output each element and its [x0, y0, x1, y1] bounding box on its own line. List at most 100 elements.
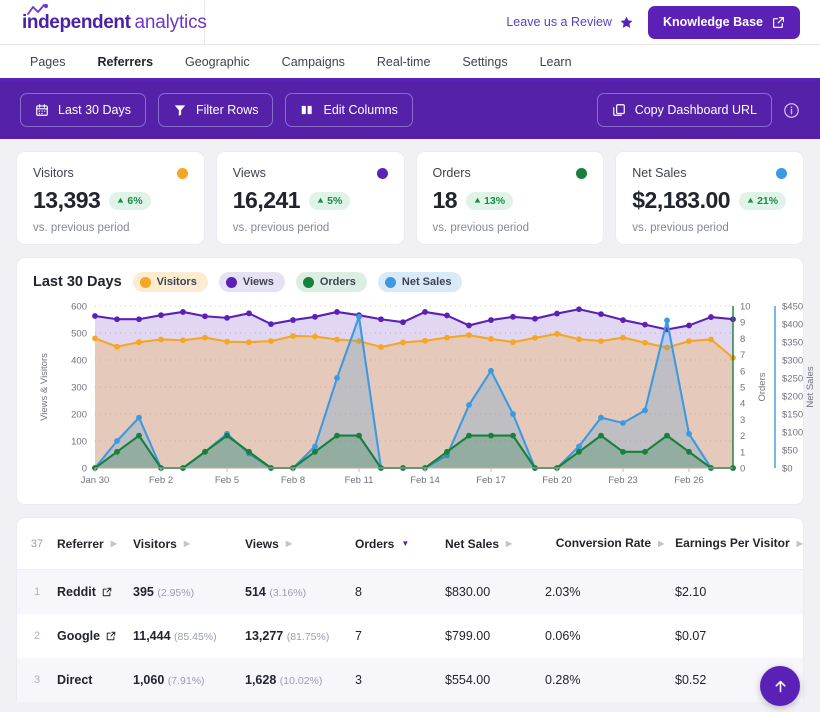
- scroll-to-top-button[interactable]: [760, 666, 800, 706]
- external-link-icon[interactable]: [102, 587, 112, 597]
- columns-icon: [300, 103, 314, 117]
- chart-card: Last 30 Days Visitors Views Orders Net S…: [16, 257, 804, 505]
- table-row[interactable]: 3 Direct 1,060 (7.91%) 1,628 (10.02%) 3 …: [17, 658, 803, 702]
- legend-chip-visitors[interactable]: Visitors: [133, 272, 208, 292]
- date-range-button[interactable]: Last 30 Days: [20, 93, 146, 127]
- svg-text:Feb 17: Feb 17: [476, 475, 506, 486]
- external-link-icon[interactable]: [106, 631, 116, 641]
- info-icon[interactable]: [783, 102, 800, 119]
- sort-indicator-active-icon: ▼: [401, 539, 409, 548]
- stat-card-views[interactable]: Views 16,241 5% vs. previous period: [216, 151, 405, 245]
- edit-columns-button[interactable]: Edit Columns: [285, 93, 412, 127]
- arrow-up-icon: [117, 197, 124, 204]
- stat-card-delta-badge: 13%: [466, 192, 513, 210]
- tab-referrers[interactable]: Referrers: [81, 45, 169, 78]
- table-header: 37 Referrer ▶ Visitors ▶ Views: [17, 518, 803, 570]
- svg-text:500: 500: [71, 329, 87, 340]
- svg-text:$200: $200: [782, 392, 803, 403]
- stat-card-delta-value: 5%: [327, 195, 342, 207]
- column-header-views[interactable]: Views ▶: [245, 518, 355, 570]
- svg-text:100: 100: [71, 437, 87, 448]
- row-earnings-per-visitor: $2.10: [675, 570, 803, 615]
- table-row[interactable]: 2 Google 11,444 (85.45%) 13,277: [17, 614, 803, 658]
- column-header-views-label: Views: [245, 537, 279, 551]
- svg-text:7: 7: [740, 350, 745, 361]
- svg-text:3: 3: [740, 415, 745, 426]
- sort-indicator-icon: ▶: [111, 539, 117, 548]
- stat-card-orders[interactable]: Orders 18 13% vs. previous period: [416, 151, 605, 245]
- filter-icon: [173, 103, 187, 117]
- row-referrer-label: Google: [57, 629, 100, 643]
- brand-logo[interactable]: independent analytics: [0, 0, 205, 45]
- legend-chip-views[interactable]: Views: [219, 272, 285, 292]
- views-legend-dot: [226, 277, 237, 288]
- column-header-net-sales-label: Net Sales: [445, 537, 499, 551]
- sort-indicator-icon: ▶: [184, 539, 190, 548]
- stat-card-visitors[interactable]: Visitors 13,393 6% vs. previous period: [16, 151, 205, 245]
- row-visitors: 1,060 (7.91%): [133, 658, 245, 702]
- tab-learn[interactable]: Learn: [524, 45, 588, 78]
- sort-indicator-icon: ▶: [506, 539, 512, 548]
- chart-plot-area[interactable]: 0100200300400500600Views & Visitors01234…: [33, 298, 787, 494]
- row-conversion-rate: 0.06%: [545, 614, 675, 658]
- legend-chip-orders[interactable]: Orders: [296, 272, 367, 292]
- svg-text:$350: $350: [782, 338, 803, 349]
- toolbar-right-actions: Copy Dashboard URL: [597, 93, 800, 127]
- column-header-orders[interactable]: Orders ▼: [355, 518, 445, 570]
- arrow-up-icon: [317, 197, 324, 204]
- tab-campaigns[interactable]: Campaigns: [266, 45, 361, 78]
- stat-card-delta-badge: 21%: [739, 192, 786, 210]
- row-visitors-pct: (7.91%): [168, 675, 205, 687]
- column-header-referrer[interactable]: Referrer ▶: [57, 518, 133, 570]
- column-header-visitors[interactable]: Visitors ▶: [133, 518, 245, 570]
- orders-color-dot: [576, 168, 587, 179]
- stat-card-title: Views: [233, 166, 266, 180]
- knowledge-base-button[interactable]: Knowledge Base: [648, 6, 800, 39]
- row-net-sales: $830.00: [445, 570, 545, 615]
- column-header-visitors-label: Visitors: [133, 537, 177, 551]
- svg-text:$0: $0: [782, 464, 793, 475]
- external-link-icon: [772, 16, 785, 29]
- stat-card-net-sales[interactable]: Net Sales $2,183.00 21% vs. previous per…: [615, 151, 804, 245]
- stat-card-value-row: $2,183.00 21%: [632, 187, 787, 214]
- row-visitors-value: 11,444: [133, 629, 171, 643]
- referrers-table-card: 37 Referrer ▶ Visitors ▶ Views: [16, 517, 804, 702]
- svg-text:0: 0: [82, 464, 87, 475]
- visitors-color-dot: [177, 168, 188, 179]
- row-referrer[interactable]: Direct: [57, 658, 133, 702]
- row-views: 13,277 (81.75%): [245, 614, 355, 658]
- filter-rows-label: Filter Rows: [196, 103, 259, 117]
- tab-campaigns-label: Campaigns: [282, 55, 345, 69]
- svg-text:Jan 30: Jan 30: [81, 475, 110, 486]
- sort-indicator-icon: ▶: [658, 539, 664, 548]
- stat-card-subtitle: vs. previous period: [632, 222, 787, 234]
- svg-text:Feb 5: Feb 5: [215, 475, 239, 486]
- referrers-table: 37 Referrer ▶ Visitors ▶ Views: [17, 518, 803, 702]
- sort-indicator-icon: ▶: [797, 539, 803, 548]
- row-referrer[interactable]: Reddit: [57, 570, 133, 615]
- table-row[interactable]: 1 Reddit 395 (2.95%) 514: [17, 570, 803, 615]
- legend-chip-net-sales[interactable]: Net Sales: [378, 272, 463, 292]
- leave-review-link[interactable]: Leave us a Review: [506, 15, 634, 30]
- tab-settings[interactable]: Settings: [446, 45, 523, 78]
- stat-card-subtitle: vs. previous period: [433, 222, 588, 234]
- tab-real-time[interactable]: Real-time: [361, 45, 447, 78]
- stat-card-title: Net Sales: [632, 166, 686, 180]
- filter-rows-button[interactable]: Filter Rows: [158, 93, 274, 127]
- row-views-pct: (10.02%): [280, 675, 323, 687]
- row-visitors: 395 (2.95%): [133, 570, 245, 615]
- stat-card-delta-value: 21%: [757, 195, 778, 207]
- edit-columns-label: Edit Columns: [323, 103, 397, 117]
- tab-settings-label: Settings: [462, 55, 507, 69]
- row-views-pct: (81.75%): [287, 631, 330, 643]
- column-header-conversion-rate[interactable]: Conversion Rate ▶: [545, 518, 675, 570]
- tab-pages[interactable]: Pages: [14, 45, 81, 78]
- column-header-earnings-per-visitor[interactable]: Earnings Per Visitor ▶: [675, 518, 803, 570]
- stat-card-value: 16,241: [233, 187, 300, 214]
- column-header-net-sales[interactable]: Net Sales ▶: [445, 518, 545, 570]
- tab-geographic[interactable]: Geographic: [169, 45, 266, 78]
- row-referrer-label: Direct: [57, 673, 92, 687]
- stat-card-subtitle: vs. previous period: [233, 222, 388, 234]
- copy-dashboard-url-button[interactable]: Copy Dashboard URL: [597, 93, 772, 127]
- row-referrer[interactable]: Google: [57, 614, 133, 658]
